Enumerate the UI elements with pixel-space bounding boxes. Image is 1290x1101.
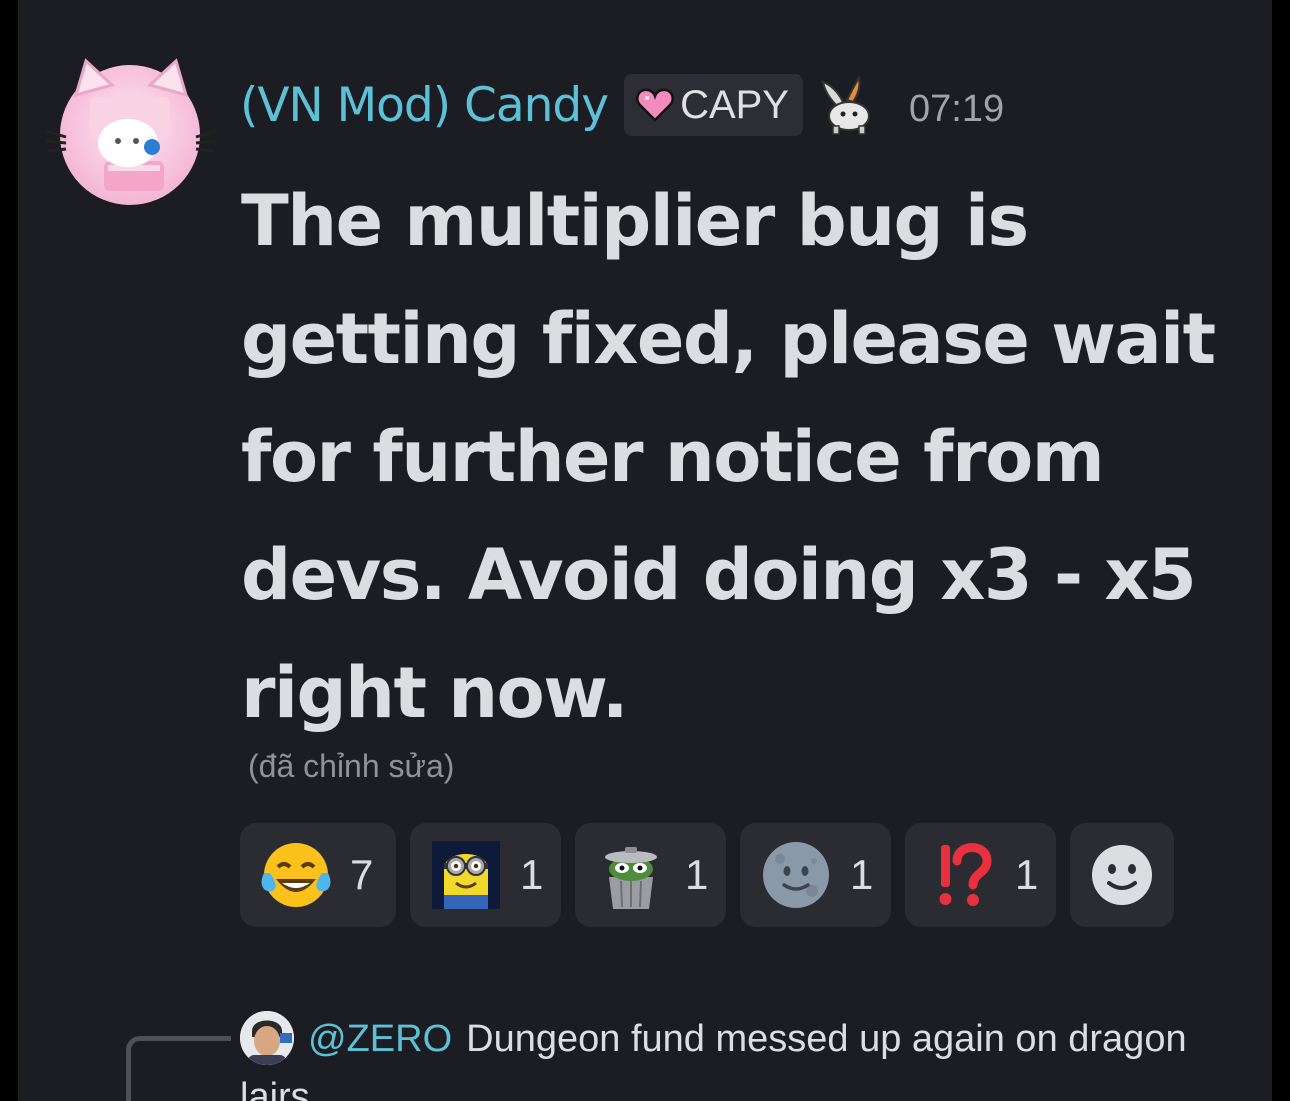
reaction-count: 7 (350, 851, 374, 898)
joy-tears-emoji-icon (261, 843, 331, 907)
tag-label: CAPY (680, 82, 789, 127)
reply-username[interactable]: @ZERO (308, 1018, 452, 1060)
edited-label: (đã chỉnh sửa) (248, 748, 455, 784)
reply-user-avatar[interactable] (240, 1011, 294, 1065)
cat-avatar-image (46, 58, 216, 191)
reaction-count: 1 (1015, 851, 1039, 898)
chat-message-view: (VN Mod) Candy CAPY 07:19 The multiplier… (18, 0, 1272, 1101)
user-avatar[interactable] (46, 58, 216, 205)
moon-face-emoji-icon (763, 842, 829, 908)
interrobang-emoji-icon (939, 843, 992, 906)
person-avatar-image (240, 1011, 294, 1065)
reaction-count: 1 (685, 851, 709, 898)
minion-emoji-icon (432, 841, 500, 909)
server-tag[interactable]: CAPY (624, 74, 803, 136)
heart-icon (636, 88, 674, 122)
username[interactable]: (VN Mod) Candy (240, 78, 609, 133)
reaction-minion[interactable]: 1 (410, 823, 561, 927)
reaction-interrobang[interactable]: 1 (905, 823, 1056, 927)
reply-preview[interactable]: @ZERO Dungeon fund messed up again on dra… (240, 1010, 1230, 1101)
message-timestamp[interactable]: 07:19 (909, 88, 1004, 131)
reaction-trash-frog[interactable]: 1 (575, 823, 726, 927)
winged-creature-badge-icon[interactable] (815, 72, 881, 138)
message-header: (VN Mod) Candy CAPY 07:19 (240, 70, 1004, 140)
reactions-bar: 7 1 1 1 1 (240, 823, 1174, 927)
add-reaction-icon (1092, 845, 1152, 905)
trash-can-frog-emoji-icon (605, 847, 657, 909)
reaction-moon-face[interactable]: 1 (740, 823, 891, 927)
reaction-count: 1 (850, 851, 874, 898)
reaction-count: 1 (520, 851, 544, 898)
reply-connector (126, 1036, 231, 1101)
add-reaction-button[interactable] (1070, 823, 1174, 927)
message-content: The multiplier bug is getting fixed, ple… (241, 180, 1216, 734)
reaction-joy[interactable]: 7 (240, 823, 396, 927)
